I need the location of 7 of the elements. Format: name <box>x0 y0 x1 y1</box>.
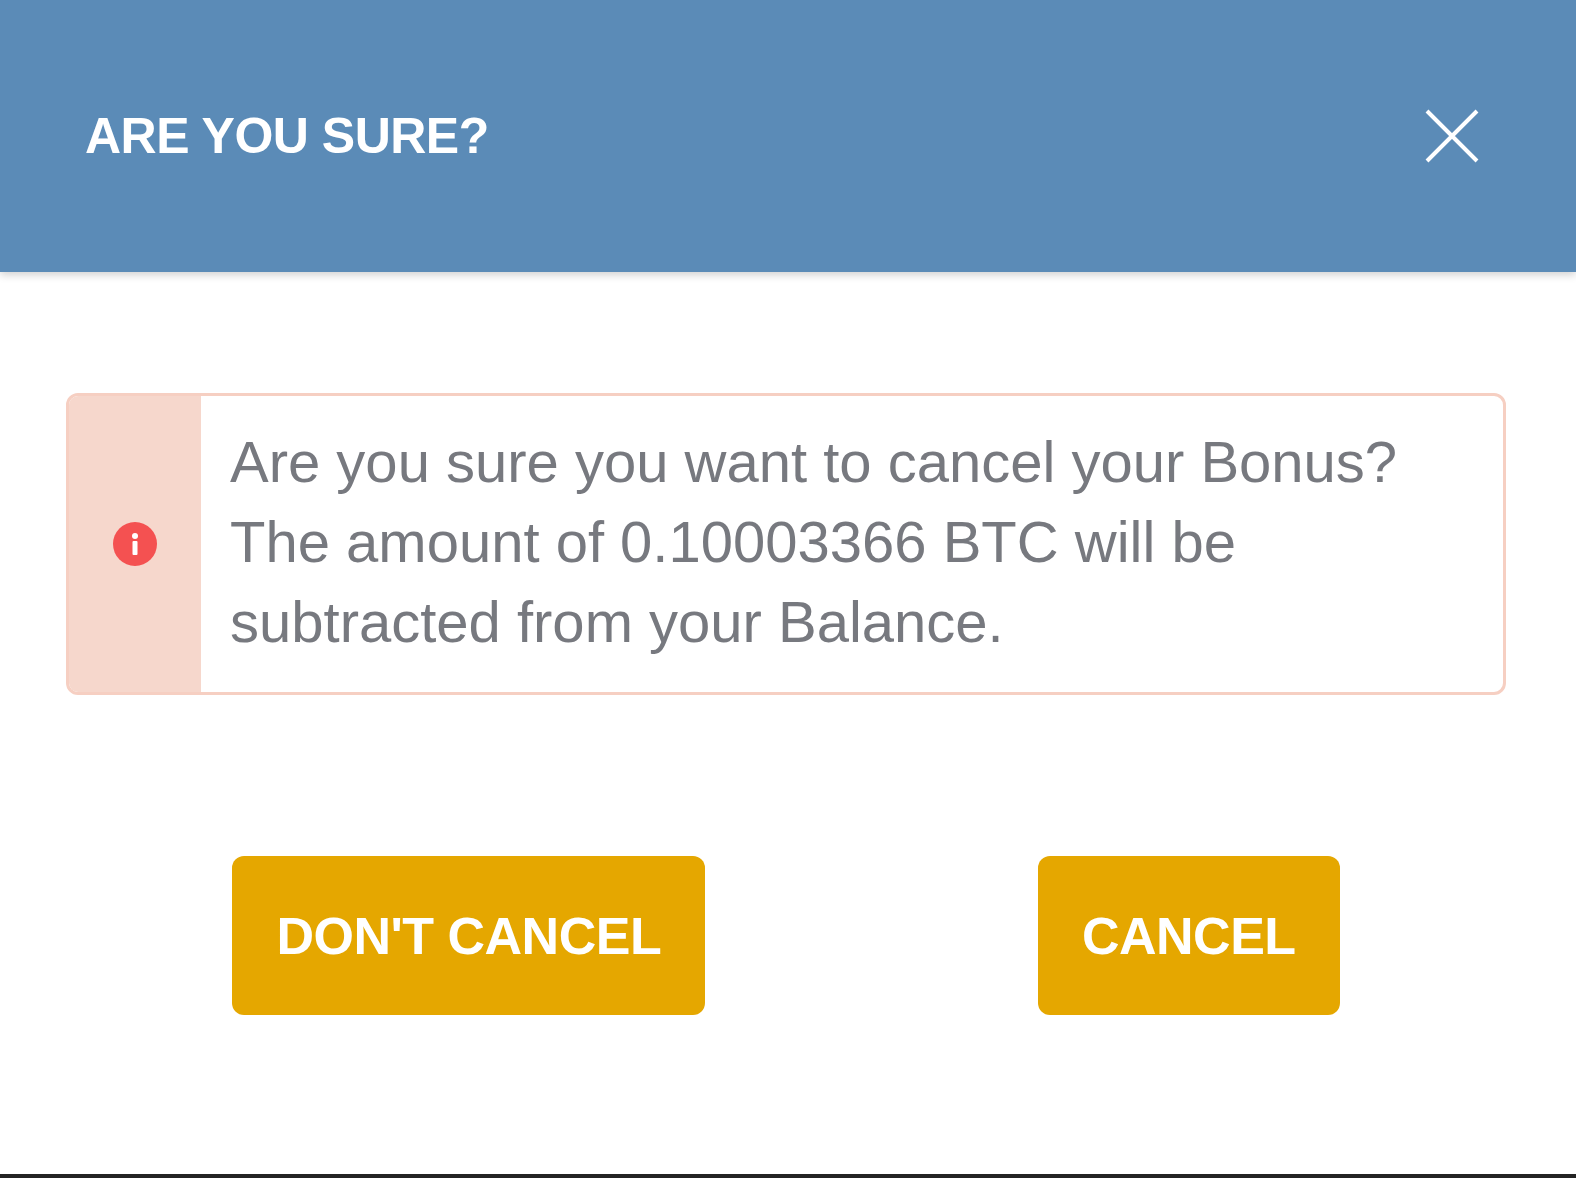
dont-cancel-button[interactable]: DON'T CANCEL <box>232 856 706 1015</box>
close-icon <box>1425 109 1479 163</box>
info-icon <box>113 522 157 566</box>
cancel-button[interactable]: CANCEL <box>1037 856 1340 1015</box>
close-button[interactable] <box>1424 108 1480 164</box>
dialog-title: ARE YOU SURE? <box>85 107 489 165</box>
alert-message: Are you sure you want to cancel your Bonus? The amount of 0.10003366 BTC will be subtracted from your Balance. <box>229 428 1399 656</box>
